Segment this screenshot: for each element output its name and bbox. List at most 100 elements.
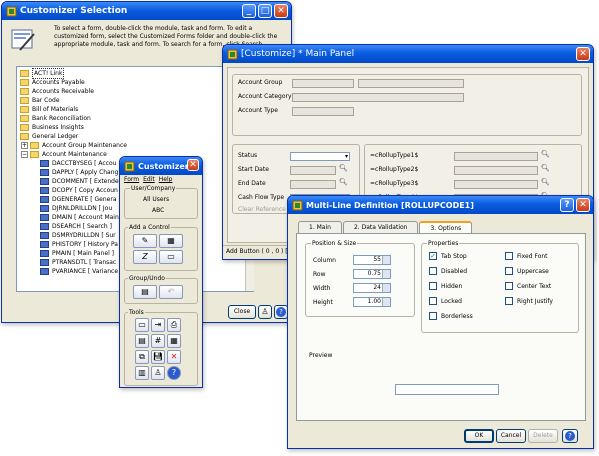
- search-icon[interactable]: 🔍︎: [339, 164, 348, 172]
- search-icon[interactable]: 🔍︎: [541, 178, 550, 186]
- tree-item[interactable]: General Ledger: [20, 132, 250, 141]
- close-window-button[interactable]: ✕: [576, 198, 590, 212]
- tree-item[interactable]: Bank Reconciliation: [20, 114, 250, 123]
- main-panel-titlebar[interactable]: [Customize] * Main Panel: [223, 45, 593, 63]
- tab-3[interactable]: 3. Options: [419, 221, 473, 233]
- tab-strip: 1. Main 2. Data Validation 3. Options: [298, 221, 473, 233]
- checkbox-box[interactable]: [429, 312, 437, 320]
- folder-icon: [20, 124, 29, 131]
- checkbox-box[interactable]: [429, 297, 437, 305]
- group-icon[interactable]: ▤: [133, 285, 157, 299]
- account-group-field[interactable]: [292, 79, 354, 88]
- tree-item[interactable]: + Account Group Maintenance: [20, 141, 250, 150]
- tree-item-label: DSMRYDRILLDN [ Sur: [52, 232, 116, 239]
- ok-button[interactable]: OK: [464, 429, 494, 443]
- position-spinner[interactable]: 0.75: [353, 269, 391, 279]
- checkbox-box[interactable]: [505, 282, 513, 290]
- cancel-button[interactable]: Cancel: [496, 429, 526, 443]
- add-text-icon[interactable]: Z: [133, 250, 157, 264]
- property-label: Uppercase: [517, 267, 549, 275]
- user-button[interactable]: ♙: [258, 305, 272, 319]
- property-checkbox[interactable]: Fixed Font: [505, 252, 548, 260]
- user-icon[interactable]: ♙: [151, 366, 165, 380]
- print-icon[interactable]: ⎙: [167, 318, 181, 332]
- property-checkbox[interactable]: ✓ Tab Stop: [429, 252, 467, 260]
- add-button-icon[interactable]: ✎: [133, 234, 157, 248]
- help-title-button[interactable]: ?: [560, 198, 574, 212]
- position-label: Column: [313, 257, 336, 264]
- checkbox-box[interactable]: [505, 252, 513, 260]
- tree-item[interactable]: Accounts Payable: [20, 78, 250, 87]
- grid-icon[interactable]: #: [151, 334, 165, 348]
- close-window-button[interactable]: ✕: [274, 4, 288, 18]
- checkbox-box[interactable]: [505, 297, 513, 305]
- tab-order-icon[interactable]: ▭: [135, 318, 149, 332]
- property-checkbox[interactable]: Locked: [429, 297, 462, 305]
- help-button[interactable]: ?: [562, 429, 578, 443]
- checkbox-box[interactable]: [429, 267, 437, 275]
- tab-1[interactable]: 1. Main: [298, 221, 342, 233]
- copy-icon[interactable]: ⧉: [135, 350, 149, 364]
- add-control-buttons: ✎ ▦ Z ▭: [132, 233, 192, 265]
- rollup-field[interactable]: [454, 180, 538, 189]
- tree-item[interactable]: Business Insights: [20, 123, 250, 132]
- delete-button[interactable]: Delete: [528, 429, 558, 443]
- maximize-button[interactable]: □: [258, 4, 272, 18]
- tree-item-label: DSEARCH [ Search ]: [52, 223, 112, 230]
- all-users-text: All Users: [143, 196, 170, 203]
- property-checkbox[interactable]: Hidden: [429, 282, 462, 290]
- minimize-button[interactable]: _: [242, 4, 256, 18]
- help-icon[interactable]: ?: [167, 366, 181, 380]
- close-button[interactable]: Close: [228, 305, 256, 319]
- customizer-toolbox: Customizer ✕ Form Edit Help User/Company…: [119, 156, 203, 388]
- close-window-button[interactable]: ✕: [187, 159, 199, 171]
- undo-icon[interactable]: ↶: [159, 285, 183, 299]
- add-box-icon[interactable]: ▭: [159, 250, 183, 264]
- search-icon[interactable]: 🔍︎: [541, 164, 550, 172]
- position-spinner[interactable]: 24: [353, 283, 391, 293]
- property-checkbox[interactable]: Borderless: [429, 312, 473, 320]
- menu-help[interactable]: Help: [159, 176, 173, 183]
- delete-icon[interactable]: ✕: [167, 350, 181, 364]
- multiline-titlebar[interactable]: Multi-Line Definition [ROLLUPCODE1]: [288, 196, 593, 214]
- search-icon[interactable]: 🔍︎: [339, 178, 348, 186]
- property-checkbox[interactable]: Uppercase: [505, 267, 549, 275]
- tree-item-label: Bill of Materials: [32, 106, 79, 113]
- property-checkbox[interactable]: Right Justify: [505, 297, 553, 305]
- properties-icon[interactable]: ▤: [135, 334, 149, 348]
- tree-item[interactable]: ACT! Link: [20, 68, 250, 79]
- tree-item[interactable]: Bar Code: [20, 96, 250, 105]
- checkbox-box[interactable]: [505, 267, 513, 275]
- save-icon[interactable]: 💾︎: [151, 350, 165, 364]
- move-icon[interactable]: ⇥: [151, 318, 165, 332]
- rollup-field[interactable]: [454, 152, 538, 161]
- close-window-button[interactable]: ✕: [576, 47, 590, 61]
- help-button[interactable]: ?: [274, 305, 288, 319]
- tree-expander[interactable]: −: [21, 151, 28, 158]
- rollup-field[interactable]: [454, 166, 538, 175]
- start-date-field[interactable]: [290, 166, 336, 175]
- form-icon: [40, 232, 49, 239]
- help-icon: ?: [565, 431, 575, 441]
- status-dropdown[interactable]: ▾: [290, 152, 350, 161]
- toolbox-title: Customizer: [138, 161, 189, 171]
- library-icon[interactable]: ▥: [135, 366, 149, 380]
- edit-icon[interactable]: ▦: [167, 334, 181, 348]
- tree-expander[interactable]: +: [21, 142, 28, 149]
- tree-item[interactable]: Bill of Materials: [20, 105, 250, 114]
- position-spinner[interactable]: 55: [353, 255, 391, 265]
- property-checkbox[interactable]: Center Text: [505, 282, 551, 290]
- add-image-icon[interactable]: ▦: [159, 234, 183, 248]
- position-label: Height: [313, 299, 333, 306]
- position-spinner[interactable]: 1.00: [353, 297, 391, 307]
- tree-item[interactable]: Accounts Receivable: [20, 87, 250, 96]
- checkbox-box[interactable]: [429, 282, 437, 290]
- checkbox-box[interactable]: ✓: [429, 252, 437, 260]
- property-checkbox[interactable]: Disabled: [429, 267, 467, 275]
- tab-2[interactable]: 2. Data Validation: [342, 221, 419, 233]
- end-date-field[interactable]: [290, 180, 336, 189]
- menu-form[interactable]: Form: [124, 176, 139, 183]
- menu-edit[interactable]: Edit: [143, 176, 155, 183]
- form-icon: [40, 169, 49, 176]
- search-icon[interactable]: 🔍︎: [541, 150, 550, 158]
